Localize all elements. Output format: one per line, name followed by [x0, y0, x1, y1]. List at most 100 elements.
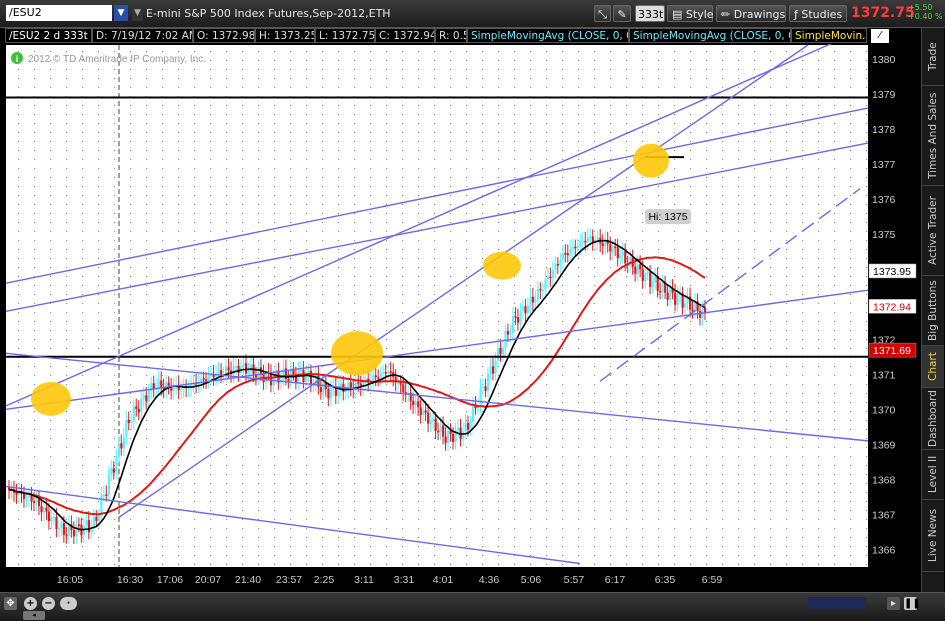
- time-tick-label: 16:30: [117, 574, 143, 586]
- sidebar-tab-chart[interactable]: Chart: [922, 346, 944, 388]
- grid-dot: [18, 123, 19, 124]
- candle-body: [526, 305, 530, 314]
- symbol-dropdown-icon[interactable]: ▼: [114, 5, 128, 21]
- grid-dot: [354, 285, 355, 286]
- sidebar-tab-active-trader[interactable]: Active Trader: [922, 186, 944, 276]
- candle-body: [50, 517, 53, 522]
- grid-dot: [834, 411, 835, 412]
- grid-dot: [642, 429, 643, 430]
- grid-dot: [722, 402, 723, 403]
- grid-dot: [578, 420, 579, 421]
- grid-dot: [34, 438, 35, 439]
- price-tick-label: 1369: [872, 439, 896, 451]
- info-study-3[interactable]: SimpleMovin...: [791, 28, 867, 43]
- grid-dot: [658, 294, 659, 295]
- grid-dot: [194, 114, 195, 115]
- wrench-icon[interactable]: ✎: [613, 5, 631, 22]
- grid-dot: [578, 375, 579, 376]
- grid-dot: [450, 402, 451, 403]
- style-button[interactable]: ▤ Style: [667, 5, 714, 22]
- grid-dot: [706, 474, 707, 475]
- grid-dot: [530, 438, 531, 439]
- sidebar-tab-live-news[interactable]: Live News: [922, 500, 944, 572]
- grid-dot: [370, 519, 371, 520]
- sidebar-tab-big-buttons[interactable]: Big Buttons: [922, 276, 944, 346]
- grid-dot: [690, 402, 691, 403]
- grid-dot: [146, 69, 147, 70]
- sidebar-tab-trade[interactable]: Trade: [922, 28, 944, 86]
- grid-dot: [514, 213, 515, 214]
- grid-dot: [530, 420, 531, 421]
- grid-dot: [18, 312, 19, 313]
- scroll-left-icon[interactable]: ◂: [23, 611, 45, 620]
- zoom-in-icon[interactable]: +: [24, 597, 37, 610]
- grid-dot: [770, 159, 771, 160]
- grid-dot: [178, 222, 179, 223]
- grid-dot: [482, 141, 483, 142]
- grid-dot: [658, 492, 659, 493]
- grid-dot: [642, 114, 643, 115]
- price-tick-label: 1367: [872, 509, 896, 521]
- sidebar-tab-level-ii[interactable]: Level II: [922, 450, 944, 500]
- grid-dot: [130, 51, 131, 52]
- grid-dot: [290, 456, 291, 457]
- price-chart[interactable]: 1366136713681369137013711372137313741375…: [0, 44, 921, 592]
- grid-dot: [242, 114, 243, 115]
- candle-body: [22, 494, 26, 499]
- sidebar-tab-times-and-sales[interactable]: Times And Sales: [922, 86, 944, 186]
- grid-dot: [306, 321, 307, 322]
- zoom-out-icon[interactable]: −: [42, 597, 55, 610]
- info-study-2[interactable]: SimpleMovingAvg (CLOSE, 0, 0): [629, 28, 791, 43]
- crosshair-tool-icon[interactable]: ⤡: [594, 5, 611, 22]
- info-study-1[interactable]: SimpleMovingAvg (CLOSE, 0, 0): [467, 28, 629, 43]
- grid-dot: [290, 294, 291, 295]
- grid-dot: [162, 393, 163, 394]
- grid-dot: [34, 258, 35, 259]
- grid-dot: [658, 501, 659, 502]
- time-scrollbar[interactable]: [808, 597, 866, 609]
- chart-settings-icon[interactable]: ⁄: [871, 29, 889, 43]
- candle-body: [120, 443, 123, 449]
- candle-body: [142, 395, 145, 399]
- grid-dot: [738, 258, 739, 259]
- grid-dot: [226, 132, 227, 133]
- grid-dot: [130, 141, 131, 142]
- grid-dot: [114, 240, 115, 241]
- description-dropdown-icon[interactable]: ▼: [132, 5, 143, 21]
- grid-dot: [738, 204, 739, 205]
- sidebar-tab-dashboard[interactable]: Dashboard: [922, 388, 944, 450]
- grid-dot: [306, 249, 307, 250]
- grid-dot: [50, 465, 51, 466]
- grid-dot: [466, 51, 467, 52]
- grid-dot: [178, 348, 179, 349]
- scroll-right-icon[interactable]: ▸: [887, 597, 900, 610]
- grid-dot: [866, 537, 867, 538]
- grid-dot: [578, 141, 579, 142]
- pan-icon[interactable]: ✥: [4, 597, 17, 610]
- grid-dot: [850, 87, 851, 88]
- highlight-circle[interactable]: [633, 143, 669, 178]
- drawings-button[interactable]: ✏ Drawings: [716, 5, 786, 22]
- grid-dot: [866, 141, 867, 142]
- grid-dot: [290, 276, 291, 277]
- grid-dot: [50, 51, 51, 52]
- grid-dot: [114, 375, 115, 376]
- aggregation-button[interactable]: 333t: [635, 5, 665, 22]
- grid-dot: [354, 429, 355, 430]
- candle-body: [554, 264, 557, 270]
- highlight-circle[interactable]: [331, 331, 383, 376]
- highlight-circle[interactable]: [483, 251, 521, 280]
- grid-dot: [34, 456, 35, 457]
- fit-icon[interactable]: ·: [60, 597, 77, 610]
- grid-dot: [130, 285, 131, 286]
- highlight-circle[interactable]: [31, 381, 71, 416]
- grid-dot: [610, 312, 611, 313]
- grid-dot: [690, 348, 691, 349]
- grid-dot: [274, 114, 275, 115]
- studies-button[interactable]: ƒ Studies: [789, 5, 847, 22]
- symbol-input[interactable]: /ESU2: [6, 5, 112, 21]
- grid-dot: [50, 429, 51, 430]
- pause-icon[interactable]: ❚❚: [904, 597, 921, 610]
- grid-dot: [18, 456, 19, 457]
- grid-dot: [594, 330, 595, 331]
